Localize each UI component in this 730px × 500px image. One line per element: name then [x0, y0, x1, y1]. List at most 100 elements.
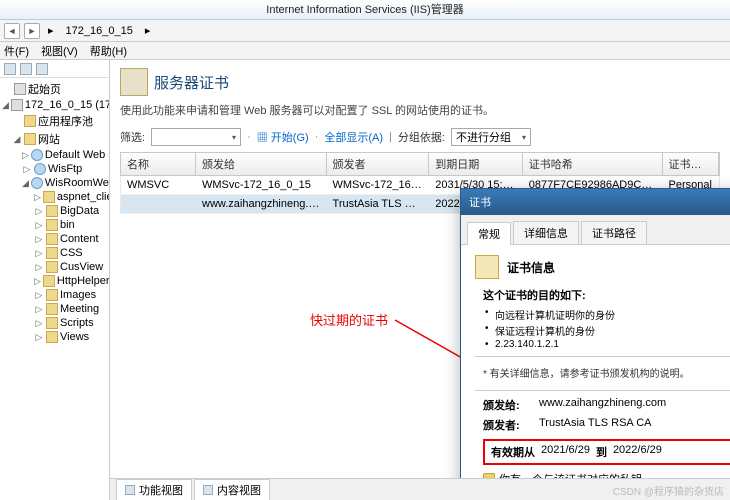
dialog-title: 证书 — [469, 194, 491, 210]
menu-file[interactable]: 件(F) — [4, 43, 29, 59]
cert-purpose-item: 保证远程计算机的身份 — [483, 323, 730, 338]
tree-folder[interactable]: ▷Views — [0, 330, 109, 344]
breadcrumb-segment[interactable]: 172_16_0_15 — [62, 25, 137, 37]
tree-folder[interactable]: ▷CusView — [0, 260, 109, 274]
tree-folder[interactable]: ▷aspnet_client — [0, 190, 109, 204]
folder-icon — [46, 303, 58, 315]
tree-folder[interactable]: ▷Meeting — [0, 302, 109, 316]
folder-icon — [24, 115, 36, 127]
grid-header[interactable]: 名称颁发给颁发者到期日期证书哈希证书存储 — [120, 152, 720, 176]
grid-cell: TrustAsia TLS RSA CA — [327, 195, 430, 213]
sidebar-toolbar — [0, 60, 109, 78]
refresh-icon[interactable] — [20, 63, 32, 75]
breadcrumb-arrow[interactable]: ▸ — [44, 24, 58, 37]
breadcrumb-arrow[interactable]: ▸ — [141, 24, 155, 37]
tree-folder[interactable]: ▷CSS — [0, 246, 109, 260]
tree-app-pools[interactable]: 应用程序池 — [0, 112, 109, 130]
filter-input[interactable]: ▾ — [151, 128, 241, 146]
column-header[interactable]: 颁发者 — [327, 153, 430, 175]
tree-site[interactable]: ▷WisFtp — [0, 162, 109, 176]
menu-bar: 件(F) 视图(V) 帮助(H) — [0, 42, 730, 60]
folder-icon — [46, 317, 58, 329]
column-header[interactable]: 证书存储 — [663, 153, 719, 175]
folder-icon — [43, 275, 55, 287]
globe-icon — [31, 177, 43, 189]
server-certificates-icon — [120, 68, 148, 96]
watermark: CSDN @程序猿的杂货店 — [613, 483, 724, 498]
nav-back-button[interactable]: ◄ — [4, 23, 20, 39]
issued-by-row: 颁发者:TrustAsia TLS RSA CA — [483, 417, 730, 433]
tree-sites[interactable]: ◢网站 — [0, 130, 109, 148]
column-header[interactable]: 名称 — [121, 153, 196, 175]
grid-cell: WMSVC — [121, 176, 196, 194]
column-header[interactable]: 到期日期 — [429, 153, 523, 175]
connections-pane: 起始页 ◢172_16_0_15 (172_16_0_15 应用程序池 ◢网站 … — [0, 60, 110, 500]
cert-info-heading: 证书信息 — [507, 259, 555, 276]
content-pane: 服务器证书 使用此功能来申请和管理 Web 服务器可以对配置了 SSL 的网站使… — [110, 60, 730, 500]
grid-cell — [121, 195, 196, 213]
folder-icon — [46, 261, 58, 273]
filter-go[interactable]: ▦ 开始(G) — [257, 129, 309, 145]
folder-icon — [46, 233, 58, 245]
cert-note: 有关详细信息，请参考证书颁发机构的说明。 — [483, 365, 730, 380]
server-icon — [11, 99, 23, 111]
folder-icon — [24, 133, 36, 145]
folder-icon — [46, 331, 58, 343]
stop-icon[interactable] — [36, 63, 48, 75]
folder-icon — [46, 205, 58, 217]
connections-tree: 起始页 ◢172_16_0_15 (172_16_0_15 应用程序池 ◢网站 … — [0, 78, 109, 346]
tab-details[interactable]: 详细信息 — [513, 221, 579, 244]
cert-purpose-heading: 这个证书的目的如下: — [483, 287, 730, 303]
validity-period-highlight: 有效期从 2021/6/29 到 2022/6/29 — [483, 439, 730, 465]
nav-fwd-button[interactable]: ► — [24, 23, 40, 39]
folder-icon — [46, 247, 58, 259]
list-icon — [203, 485, 213, 495]
page-description: 使用此功能来申请和管理 Web 服务器可以对配置了 SSL 的网站使用的证书。 — [110, 100, 730, 126]
cert-purpose-item: 2.23.140.1.2.1 — [483, 339, 730, 350]
tab-certpath[interactable]: 证书路径 — [581, 221, 647, 244]
tree-start-page[interactable]: 起始页 — [0, 80, 109, 98]
tree-folder[interactable]: ▷Scripts — [0, 316, 109, 330]
menu-help[interactable]: 帮助(H) — [90, 43, 127, 59]
annotation-text: 快过期的证书 — [310, 310, 388, 329]
issued-to-row: 颁发给:www.zaihangzhineng.com — [483, 397, 730, 413]
tree-folder[interactable]: ▷BigData — [0, 204, 109, 218]
grid-icon — [125, 485, 135, 495]
dialog-titlebar[interactable]: 证书 ✕ — [461, 189, 730, 215]
certificate-icon — [475, 255, 499, 279]
folder-icon — [46, 289, 58, 301]
tree-server[interactable]: ◢172_16_0_15 (172_16_0_15 — [0, 98, 109, 112]
globe-icon — [34, 163, 46, 175]
dialog-body: 证书信息 这个证书的目的如下: 向远程计算机证明你的身份保证远程计算机的身份2.… — [461, 245, 730, 500]
folder-icon — [43, 191, 55, 203]
filter-bar: 筛选: ▾ · ▦ 开始(G) · 全部显示(A) | 分组依据: 不进行分组▾ — [110, 126, 730, 152]
dialog-tabs: 常规 详细信息 证书路径 — [461, 215, 730, 245]
tree-folder[interactable]: ▷Content — [0, 232, 109, 246]
column-header[interactable]: 证书哈希 — [523, 153, 663, 175]
tab-general[interactable]: 常规 — [467, 222, 511, 245]
tree-folder[interactable]: ▷bin — [0, 218, 109, 232]
tree-folder[interactable]: ▷Images — [0, 288, 109, 302]
grid-cell: WMSvc-172_16_0_15 — [327, 176, 430, 194]
column-header[interactable]: 颁发给 — [196, 153, 327, 175]
window-titlebar: Internet Information Services (IIS)管理器 — [0, 0, 730, 20]
cert-purpose-item: 向远程计算机证明你的身份 — [483, 307, 730, 322]
group-dropdown[interactable]: 不进行分组▾ — [451, 128, 531, 146]
home-icon — [14, 83, 26, 95]
connect-icon[interactable] — [4, 63, 16, 75]
group-label: 分组依据: — [398, 129, 445, 145]
content-view-tab[interactable]: 内容视图 — [194, 479, 270, 500]
features-view-tab[interactable]: 功能视图 — [116, 479, 192, 500]
grid-cell: WMSvc-172_16_0_15 — [196, 176, 327, 194]
tree-site[interactable]: ▷Default Web Site — [0, 148, 109, 162]
page-title: 服务器证书 — [154, 72, 229, 93]
filter-label: 筛选: — [120, 129, 145, 145]
menu-view[interactable]: 视图(V) — [41, 43, 78, 59]
certificate-dialog: 证书 ✕ 常规 详细信息 证书路径 证书信息 这个证书的目的如下: 向远程计算机… — [460, 188, 730, 500]
grid-cell: www.zaihangzhineng.com — [196, 195, 327, 213]
filter-show-all[interactable]: 全部显示(A) — [324, 129, 383, 145]
tree-folder[interactable]: ▷HttpHelper — [0, 274, 109, 288]
folder-icon — [46, 219, 58, 231]
tree-site[interactable]: ◢WisRoomWeb — [0, 176, 109, 190]
address-bar: ◄ ► ▸ 172_16_0_15 ▸ — [0, 20, 730, 42]
